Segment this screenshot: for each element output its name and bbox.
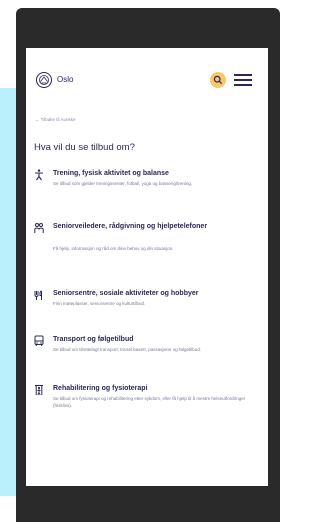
service-desc: Finn møteplasser, seniorsentre og kultur… xyxy=(53,301,146,306)
bus-icon xyxy=(34,335,44,346)
people-guidance-icon xyxy=(34,223,44,233)
person-exercise-icon xyxy=(35,169,43,181)
page-title: Hva vil du se tilbud om? xyxy=(34,142,135,153)
search-button[interactable] xyxy=(210,72,226,88)
menu-line xyxy=(234,79,252,81)
rehabilitation-icon xyxy=(35,384,43,396)
menu-line xyxy=(234,74,252,76)
activity-club-icon xyxy=(34,290,42,300)
service-title: Seniorveiledere, rådgivning og hjelpetel… xyxy=(53,223,208,230)
breadcrumb-link[interactable]: ← Tilbake til Aunkke xyxy=(35,117,76,123)
phone-screen: Oslo ← Tilbake til Aunkke Hva vil du se … xyxy=(26,48,268,486)
service-title: Seniorsentre, sosiale aktiviteter og hob… xyxy=(53,290,199,297)
service-desc: Få hjelp, informasjon og råd om dine beh… xyxy=(53,246,174,251)
search-icon xyxy=(213,75,223,85)
menu-button[interactable] xyxy=(234,74,252,86)
service-title: Transport og følgetilbud xyxy=(53,336,134,343)
stage: Oslo ← Tilbake til Aunkke Hva vil du se … xyxy=(0,0,282,522)
service-desc: Se tilbud om tilrettelagt transport, tri… xyxy=(53,347,202,352)
service-desc: Se tilbud om fysioterapi og rehabiliteri… xyxy=(53,396,246,408)
logo-text[interactable]: Oslo xyxy=(57,75,73,85)
menu-line xyxy=(234,84,252,86)
service-title: Trening, fysisk aktivitet og balanse xyxy=(53,170,169,177)
oslo-logo-icon[interactable] xyxy=(35,71,53,89)
app-header: Oslo xyxy=(26,48,268,112)
service-title: Rehabilitering og fysioterapi xyxy=(53,385,148,392)
service-desc: Se tilbud som gjelder treningssenter, fo… xyxy=(53,181,193,186)
